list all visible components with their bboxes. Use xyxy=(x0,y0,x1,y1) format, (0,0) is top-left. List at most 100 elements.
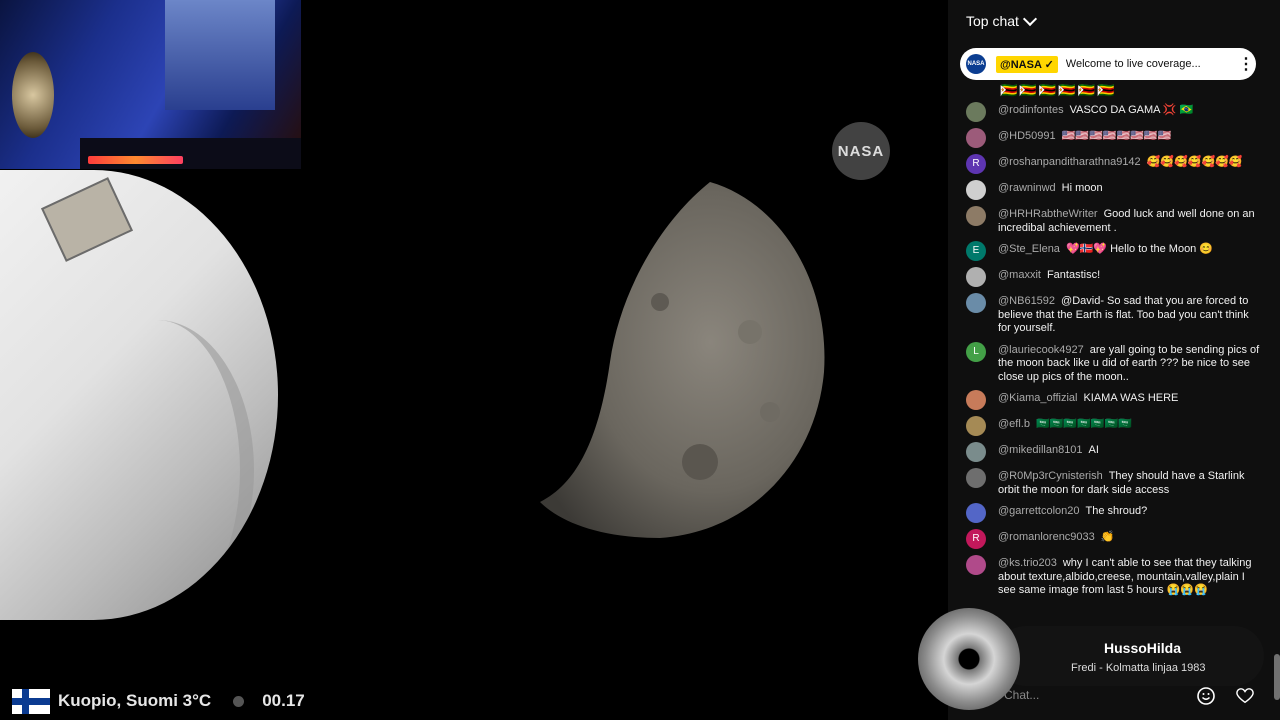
message-body: @ks.trio203 why I can't able to see that … xyxy=(998,557,1262,598)
message-body: @NB61592 @David- So sad that you are forc… xyxy=(998,295,1262,336)
avatar[interactable] xyxy=(966,503,986,523)
messages-container: @rodinfontes VASCO DA GAMA 💢 🇧🇷 @HD50991 🇺🇸… xyxy=(948,100,1274,602)
flags-continuation: 🇿🇼🇿🇼🇿🇼🇿🇼🇿🇼🇿🇼 xyxy=(1000,82,1117,98)
now-playing-card xyxy=(996,626,1264,686)
chat-message[interactable]: @HRHRabtheWriter Good luck and well done … xyxy=(948,204,1274,239)
message-text: Fantastisc! xyxy=(1046,269,1101,281)
chat-message[interactable]: L @lauriecook4927 are yall going to be sen… xyxy=(948,340,1274,389)
message-author[interactable]: @mikedillan8101 xyxy=(998,444,1083,456)
chat-message-list[interactable]: 🇿🇼🇿🇼🇿🇼🇿🇼🇿🇼🇿🇼 @rodinfontes VASCO DA GAMA 💢… xyxy=(948,80,1274,628)
moon-image xyxy=(540,182,825,538)
message-text: AI xyxy=(1088,444,1099,456)
song-title: HussoHilda xyxy=(1104,640,1182,656)
message-text: 🥰🥰🥰🥰🥰🥰🥰 xyxy=(1146,156,1243,168)
message-author[interactable]: @lauriecook4927 xyxy=(998,344,1084,356)
chat-message[interactable]: R @roshanpanditharathna9142 🥰🥰🥰🥰🥰🥰🥰 xyxy=(948,152,1274,178)
message-author[interactable]: @garrettcolon20 xyxy=(998,505,1080,517)
avatar[interactable] xyxy=(966,442,986,462)
avatar[interactable]: E xyxy=(966,241,986,261)
top-chat-label: Top chat xyxy=(966,13,1019,29)
avatar[interactable] xyxy=(966,555,986,575)
chat-message[interactable]: @maxxit Fantastisc! xyxy=(948,265,1274,291)
avatar[interactable]: L xyxy=(966,341,986,362)
chat-message[interactable]: E @Ste_Elena 💖🇳🇴💖 Hello to the Moon 😊 xyxy=(948,239,1274,265)
message-author[interactable]: @Ste_Elena xyxy=(998,243,1060,255)
status-dot-icon xyxy=(233,695,245,707)
avatar[interactable] xyxy=(966,390,986,410)
chat-message[interactable]: @HD50991 🇺🇸🇺🇸🇺🇸🇺🇸🇺🇸🇺🇸🇺🇸🇺🇸 xyxy=(948,126,1274,152)
message-author[interactable]: @rawninwd xyxy=(998,182,1056,194)
message-author[interactable]: @R0Mp3rCynisterish xyxy=(998,470,1103,482)
chat-header: Top chat xyxy=(948,0,1280,42)
pinned-message[interactable]: NASA @NASA ✓ Welcome to live coverage...… xyxy=(960,48,1256,80)
avatar[interactable] xyxy=(966,206,986,226)
record-disc-icon xyxy=(918,608,1020,710)
message-author[interactable]: @rodinfontes xyxy=(998,104,1064,116)
time-text: 00.17 xyxy=(262,691,305,710)
chat-message[interactable]: @NB61592 @David- So sad that you are forc… xyxy=(948,291,1274,340)
spacecraft-module xyxy=(40,177,134,262)
location-text: Kuopio, Suomi 3°C xyxy=(58,691,212,710)
song-subtitle: Fredi - Kolmatta linjaa 1983 xyxy=(1071,662,1206,674)
avatar[interactable] xyxy=(966,293,986,313)
message-body: @rodinfontes VASCO DA GAMA 💢 🇧🇷 xyxy=(998,104,1262,122)
avatar[interactable] xyxy=(966,267,986,287)
message-author[interactable]: @maxxit xyxy=(998,269,1041,281)
message-body: @HRHRabtheWriter Good luck and well done … xyxy=(998,208,1262,235)
message-text: 🇸🇦🇸🇦🇸🇦🇸🇦🇸🇦🇸🇦🇸🇦 xyxy=(1035,418,1132,430)
webcam-wall xyxy=(165,0,275,110)
chat-message[interactable]: @efl.b 🇸🇦🇸🇦🇸🇦🇸🇦🇸🇦🇸🇦🇸🇦 xyxy=(948,414,1274,440)
pinned-text: Welcome to live coverage... xyxy=(1065,58,1201,70)
top-chat-dropdown[interactable]: Top chat xyxy=(966,11,1038,29)
message-body: @mikedillan8101 AI xyxy=(998,444,1262,462)
now-playing-overlay: HussoHilda Fredi - Kolmatta linjaa 1983 xyxy=(918,608,1268,710)
chat-scrollbar[interactable] xyxy=(1274,42,1280,700)
chat-message[interactable]: @ks.trio203 why I can't able to see that … xyxy=(948,553,1274,602)
chevron-down-icon xyxy=(1022,11,1038,27)
message-author[interactable]: @NB61592 xyxy=(998,295,1055,307)
avatar[interactable]: R xyxy=(966,154,986,174)
avatar[interactable]: R xyxy=(966,529,986,549)
message-body: @maxxit Fantastisc! xyxy=(998,269,1262,287)
avatar[interactable] xyxy=(966,128,986,148)
avatar[interactable] xyxy=(966,102,986,122)
message-text: 🇺🇸🇺🇸🇺🇸🇺🇸🇺🇸🇺🇸🇺🇸🇺🇸 xyxy=(1061,130,1172,142)
video-player[interactable]: NASA Kuopio, Suomi 3°C 00.17 K 27 xyxy=(0,0,948,720)
spacecraft-band xyxy=(60,320,254,620)
message-author[interactable]: @efl.b xyxy=(998,418,1030,430)
chat-message[interactable]: @R0Mp3rCynisterish They should have a Sta… xyxy=(948,466,1274,501)
webcam-overlay xyxy=(0,0,301,169)
chat-message[interactable]: @rawninwd Hi moon xyxy=(948,178,1274,204)
message-body: @HD50991 🇺🇸🇺🇸🇺🇸🇺🇸🇺🇸🇺🇸🇺🇸🇺🇸 xyxy=(998,130,1262,148)
chat-message[interactable]: @garrettcolon20 The shroud? xyxy=(948,501,1274,527)
pinned-author: @NASA ✓ xyxy=(996,55,1058,73)
message-author[interactable]: @HD50991 xyxy=(998,130,1056,142)
nasa-watermark: NASA xyxy=(832,122,890,180)
chat-message[interactable]: R @romanlorenc9033 👏 xyxy=(948,527,1274,553)
avatar[interactable] xyxy=(966,180,986,200)
avatar[interactable] xyxy=(966,416,986,436)
message-author[interactable]: @HRHRabtheWriter xyxy=(998,208,1098,220)
message-author[interactable]: @ks.trio203 xyxy=(998,557,1057,569)
verified-icon: ✓ xyxy=(1044,58,1054,71)
message-body: @garrettcolon20 The shroud? xyxy=(998,505,1262,523)
chat-message[interactable]: @mikedillan8101 AI xyxy=(948,440,1274,466)
message-body: @roshanpanditharathna9142 🥰🥰🥰🥰🥰🥰🥰 xyxy=(998,156,1262,174)
chat-message[interactable]: @Kiama_offizial KIAMA WAS HERE xyxy=(948,388,1274,414)
message-body: @rawninwd Hi moon xyxy=(998,182,1262,200)
chat-message[interactable]: @rodinfontes VASCO DA GAMA 💢 🇧🇷 xyxy=(948,100,1274,126)
message-body: @romanlorenc9033 👏 xyxy=(998,531,1262,549)
webcam-keyboard xyxy=(88,156,183,164)
message-body: @Ste_Elena 💖🇳🇴💖 Hello to the Moon 😊 xyxy=(998,243,1262,261)
message-body: @R0Mp3rCynisterish They should have a Sta… xyxy=(998,470,1262,497)
avatar[interactable] xyxy=(966,468,986,488)
message-body: @Kiama_offizial KIAMA WAS HERE xyxy=(998,392,1262,410)
message-author[interactable]: @Kiama_offizial xyxy=(998,392,1077,404)
message-body: @lauriecook4927 are yall going to be send… xyxy=(998,344,1262,385)
message-text: VASCO DA GAMA 💢 🇧🇷 xyxy=(1069,104,1194,116)
message-text: 💖🇳🇴💖 Hello to the Moon 😊 xyxy=(1065,243,1214,255)
message-author[interactable]: @roshanpanditharathna9142 xyxy=(998,156,1141,168)
message-author[interactable]: @romanlorenc9033 xyxy=(998,531,1095,543)
more-options-icon[interactable]: ⋮ xyxy=(1236,54,1256,74)
message-text: KIAMA WAS HERE xyxy=(1083,392,1179,404)
